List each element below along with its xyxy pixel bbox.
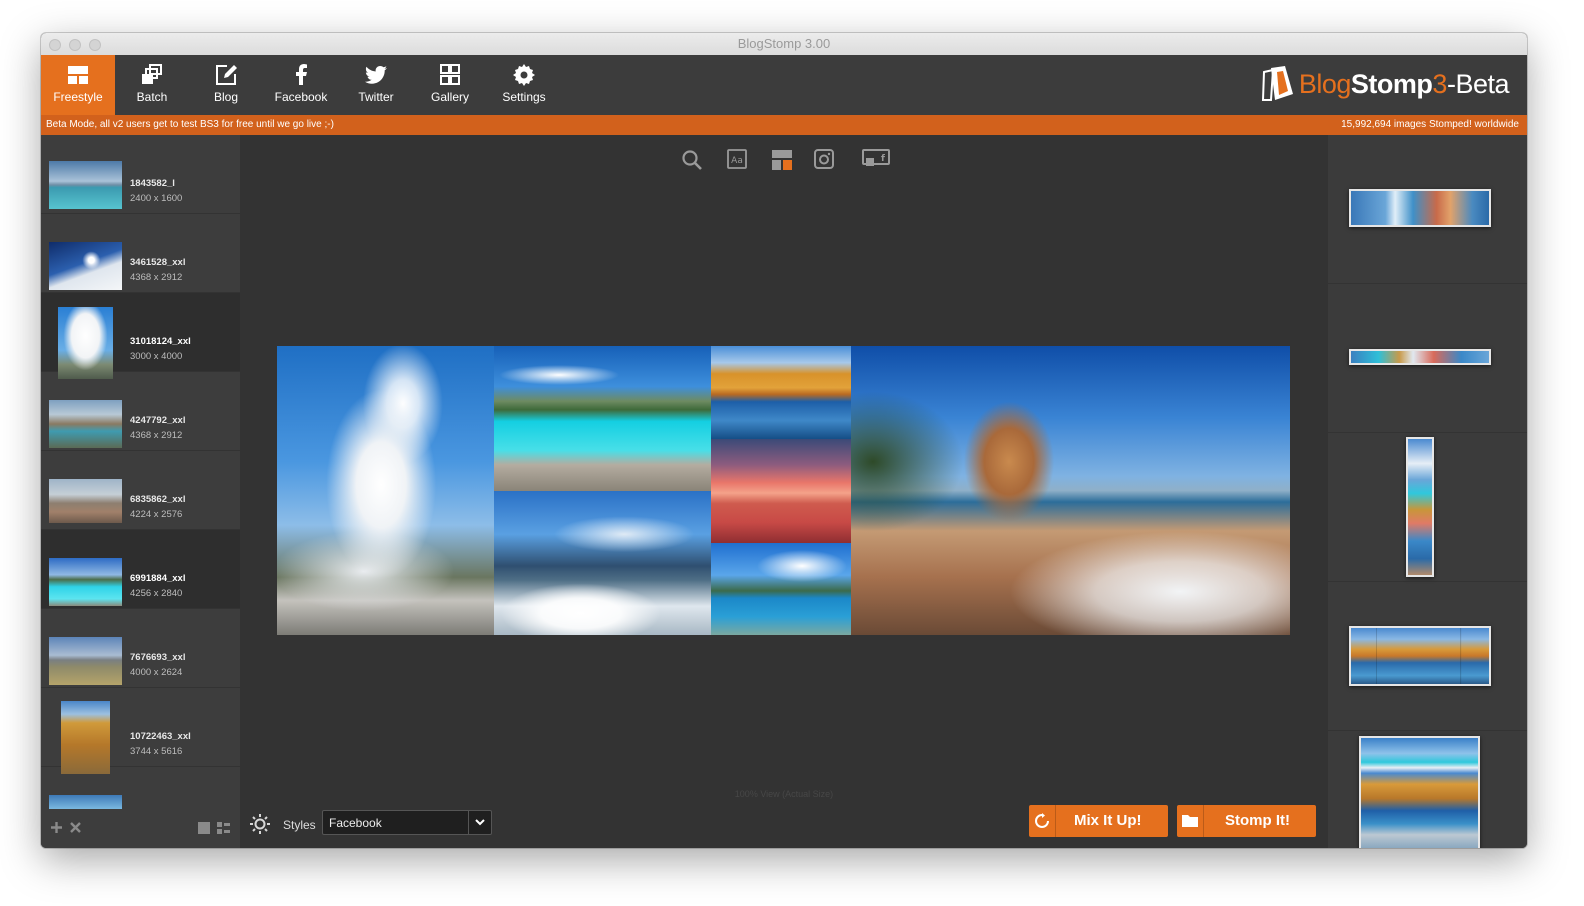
- gear-icon: [513, 64, 535, 86]
- text-icon[interactable]: Aa: [727, 149, 747, 169]
- blogstomp-logo-icon: [1261, 66, 1293, 101]
- app-window: BlogStomp 3.00 Freestyle Batch Blog Face…: [41, 33, 1527, 848]
- image-thumbnail: [49, 795, 122, 809]
- beta-banner: Beta Mode, all v2 users get to test BS3 …: [41, 115, 1527, 135]
- image-list-item-selected[interactable]: 31018124_xxl 3000 x 4000: [41, 293, 240, 379]
- collage-preview: [277, 346, 1290, 635]
- svg-text:f: f: [881, 154, 885, 164]
- collage-photo-autumn-lake: [711, 346, 851, 439]
- collage-photo-mountains: [494, 491, 711, 635]
- image-list-item[interactable]: 1843582_l 2400 x 1600: [41, 135, 240, 214]
- blog-edit-icon: [216, 65, 237, 85]
- close-window-button[interactable]: [49, 39, 61, 51]
- zoom-window-button[interactable]: [89, 39, 101, 51]
- layout-option[interactable]: [1328, 284, 1527, 433]
- shuffle-icon: [1029, 805, 1056, 837]
- layout-thumbnail: [1406, 437, 1434, 577]
- collage-photo-beach-rock: [851, 346, 1290, 635]
- zoom-note: 100% View (Actual Size): [734, 789, 834, 799]
- brand-blog-text: Blog: [1298, 68, 1352, 99]
- styles-select-value: Facebook: [329, 816, 382, 830]
- layout-option[interactable]: [1328, 731, 1527, 848]
- list-view-icon[interactable]: [217, 822, 230, 834]
- mix-it-up-button[interactable]: Mix It Up!: [1029, 805, 1168, 837]
- toolbar-blog-button[interactable]: Blog: [189, 55, 263, 115]
- brightness-icon[interactable]: [250, 814, 270, 834]
- folder-icon: [1177, 805, 1204, 837]
- image-list-item[interactable]: [41, 767, 240, 811]
- minimize-window-button[interactable]: [69, 39, 81, 51]
- brand-version-text: 3: [1432, 68, 1447, 99]
- twitter-icon: [365, 66, 387, 84]
- image-list-item[interactable]: 3461528_xxl 4368 x 2912: [41, 214, 240, 293]
- grid-view-icon[interactable]: [198, 822, 210, 834]
- freestyle-icon: [68, 66, 88, 84]
- beta-message: Beta Mode, all v2 users get to test BS3 …: [46, 119, 334, 130]
- add-image-icon[interactable]: [50, 821, 63, 834]
- image-thumbnail: [49, 400, 122, 448]
- image-thumbnail: [49, 161, 122, 209]
- image-thumbnail: [49, 242, 122, 290]
- toolbar-settings-button[interactable]: Settings: [487, 55, 561, 115]
- title-bar: BlogStomp 3.00: [41, 33, 1527, 56]
- image-list-item[interactable]: 4247792_xxl 4368 x 2912: [41, 372, 240, 451]
- layout-option[interactable]: [1328, 135, 1527, 284]
- image-thumbnail: [49, 637, 122, 685]
- layout-option[interactable]: [1328, 582, 1527, 731]
- gallery-grid-icon: [440, 64, 460, 85]
- remove-image-icon[interactable]: [69, 821, 82, 834]
- facebook-icon: [296, 64, 307, 85]
- collage-photo-lake: [494, 346, 711, 491]
- main-toolbar: Freestyle Batch Blog Facebook Twitter Ga…: [41, 55, 1527, 115]
- image-thumbnail: [61, 701, 110, 774]
- facebook-cover-icon[interactable]: f: [862, 149, 890, 171]
- toolbar-facebook-button[interactable]: Facebook: [263, 55, 339, 115]
- svg-text:Aa: Aa: [731, 156, 743, 166]
- layout-thumbnail: [1349, 349, 1491, 365]
- styles-label: Styles: [283, 818, 316, 832]
- stomp-it-button[interactable]: Stomp It!: [1177, 805, 1316, 837]
- image-thumbnail: [49, 558, 122, 606]
- stomp-counter: 15,992,694 images Stomped! worldwide: [1341, 119, 1519, 130]
- styles-select[interactable]: Facebook: [322, 810, 492, 835]
- image-list-item[interactable]: 6835862_xxl 4224 x 2576: [41, 451, 240, 530]
- bottom-controls: Styles Facebook Mix It Up! Stomp It!: [240, 800, 1328, 848]
- image-thumbnail: [49, 479, 122, 523]
- layout-option[interactable]: [1328, 433, 1527, 582]
- collage-photo-blue-lake: [711, 543, 851, 635]
- image-thumbnail: [58, 307, 113, 379]
- layouts-panel: [1328, 135, 1527, 848]
- main-canvas-area: Aa f 100% View (Actual Size) Styles Face…: [240, 135, 1328, 848]
- collage-photo-sunset: [711, 439, 851, 543]
- chevron-down-icon: [468, 811, 491, 834]
- toolbar-twitter-button[interactable]: Twitter: [339, 55, 413, 115]
- instagram-icon[interactable]: [814, 149, 834, 169]
- toolbar-freestyle-button[interactable]: Freestyle: [41, 55, 115, 115]
- image-list-item-selected[interactable]: 6991884_xxl 4256 x 2840: [41, 530, 240, 609]
- layout-thumbnail: [1359, 736, 1480, 848]
- layout-icon[interactable]: [772, 150, 792, 170]
- image-list-sidebar: 1843582_l 2400 x 1600 3461528_xxl 4368 x…: [41, 135, 240, 848]
- layout-thumbnail: [1349, 626, 1491, 686]
- collage-photo-geyser: [277, 346, 494, 635]
- batch-icon: [142, 64, 162, 84]
- brand-stomp-text: Stomp: [1350, 68, 1433, 99]
- toolbar-gallery-button[interactable]: Gallery: [413, 55, 487, 115]
- brand-logo: BlogStomp3-Beta: [1259, 55, 1510, 113]
- search-icon[interactable]: [681, 149, 703, 171]
- brand-suffix-text: -Beta: [1446, 68, 1510, 99]
- image-list-item[interactable]: 7676693_xxl 4000 x 2624: [41, 609, 240, 688]
- image-list-item[interactable]: 10722463_xxl 3744 x 5616: [41, 688, 240, 774]
- layout-thumbnail: [1349, 189, 1491, 227]
- sidebar-footer: [41, 810, 240, 848]
- toolbar-batch-button[interactable]: Batch: [115, 55, 189, 115]
- window-title: BlogStomp 3.00: [737, 36, 831, 51]
